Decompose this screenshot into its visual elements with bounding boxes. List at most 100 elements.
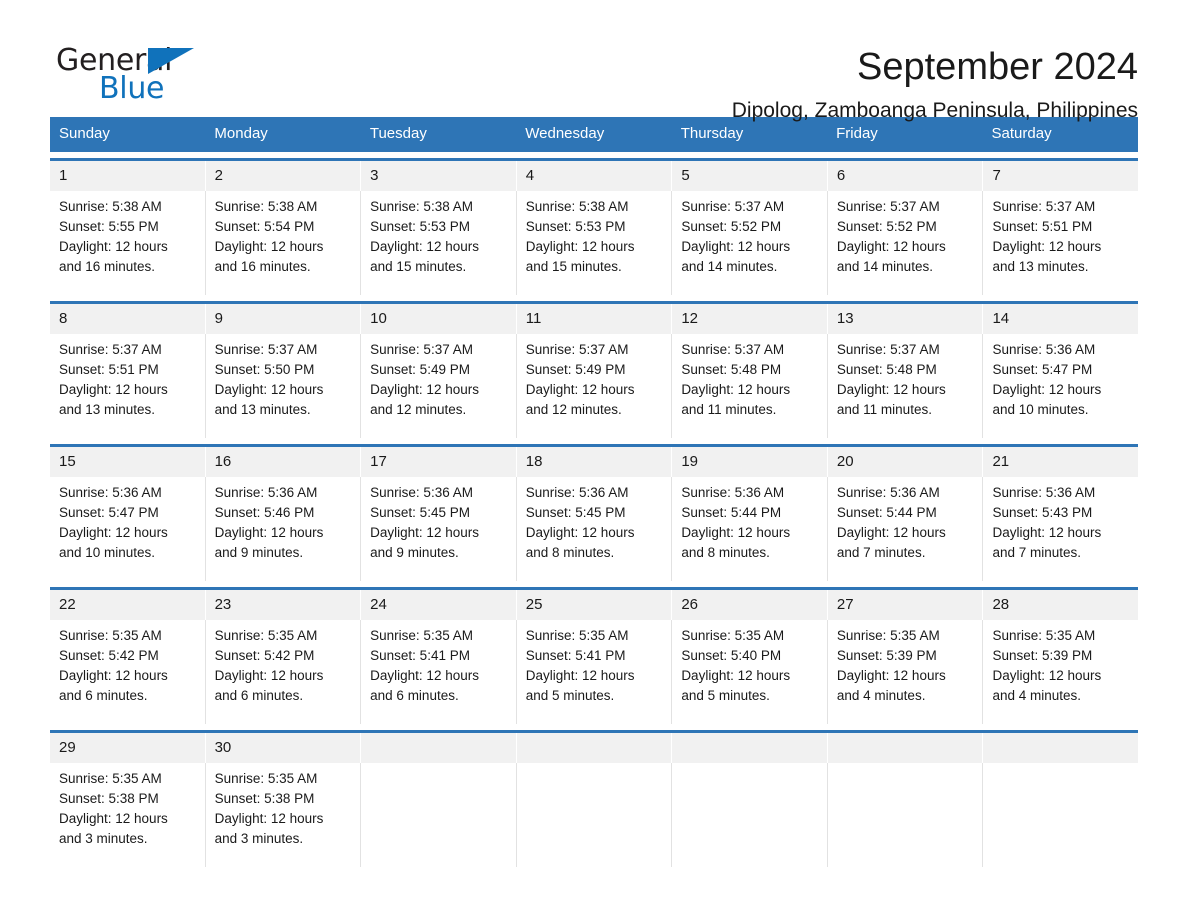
day-number[interactable]: 24: [361, 590, 517, 620]
sunset-text: Sunset: 5:47 PM: [59, 505, 159, 520]
sunset-text: Sunset: 5:41 PM: [525, 648, 626, 663]
sunrise-text: Sunrise: 5:37 AM: [836, 342, 940, 357]
sunrise-text: Sunrise: 5:36 AM: [681, 485, 785, 500]
day-number-empty: [983, 733, 1138, 763]
sunset-text: Sunset: 5:53 PM: [525, 219, 626, 234]
day-number[interactable]: 26: [672, 590, 828, 620]
daylight-text-line2: and 7 minutes.: [992, 545, 1082, 560]
daylight-text-line1: Daylight: 12 hours: [214, 382, 324, 397]
day-number[interactable]: 16: [206, 447, 362, 477]
day-cell: Sunrise: 5:35 AM Sunset: 5:40 PM Dayligh…: [672, 620, 828, 724]
day-cell: Sunrise: 5:35 AM Sunset: 5:42 PM Dayligh…: [206, 620, 362, 724]
sunset-text: Sunset: 5:48 PM: [681, 362, 782, 377]
daylight-text-line1: Daylight: 12 hours: [370, 239, 479, 254]
sunset-text: Sunset: 5:43 PM: [992, 505, 1093, 520]
sunset-text: Sunset: 5:49 PM: [525, 362, 626, 377]
day-number[interactable]: 29: [50, 733, 206, 763]
daylight-text-line1: Daylight: 12 hours: [836, 668, 946, 683]
day-number[interactable]: 19: [672, 447, 828, 477]
day-number[interactable]: 14: [983, 304, 1138, 334]
daylight-text-line1: Daylight: 12 hours: [681, 668, 791, 683]
daylight-text-line1: Daylight: 12 hours: [992, 525, 1102, 540]
day-number[interactable]: 3: [361, 161, 517, 191]
day-cell-empty: [983, 763, 1138, 867]
daylight-text-line2: and 5 minutes.: [525, 688, 615, 703]
day-number[interactable]: 5: [672, 161, 828, 191]
day-cell: Sunrise: 5:37 AM Sunset: 5:50 PM Dayligh…: [206, 334, 362, 438]
day-number[interactable]: 30: [206, 733, 362, 763]
day-cell: Sunrise: 5:38 AM Sunset: 5:53 PM Dayligh…: [517, 191, 673, 295]
daylight-text-line2: and 9 minutes.: [214, 545, 304, 560]
sunrise-text: Sunrise: 5:35 AM: [59, 628, 162, 643]
daylight-text-line1: Daylight: 12 hours: [836, 382, 946, 397]
day-detail-row: Sunrise: 5:35 AM Sunset: 5:38 PM Dayligh…: [50, 763, 1138, 867]
day-number[interactable]: 15: [50, 447, 206, 477]
daylight-text-line1: Daylight: 12 hours: [59, 382, 168, 397]
day-number[interactable]: 20: [828, 447, 984, 477]
day-number[interactable]: 13: [828, 304, 984, 334]
sunrise-text: Sunrise: 5:37 AM: [525, 342, 629, 357]
day-cell: Sunrise: 5:37 AM Sunset: 5:52 PM Dayligh…: [672, 191, 828, 295]
day-number[interactable]: 10: [361, 304, 517, 334]
daylight-text-line2: and 9 minutes.: [370, 545, 459, 560]
sunrise-text: Sunrise: 5:38 AM: [214, 199, 318, 214]
sunset-text: Sunset: 5:47 PM: [992, 362, 1093, 377]
daylight-text-line2: and 14 minutes.: [836, 259, 933, 274]
day-number[interactable]: 2: [206, 161, 362, 191]
daylight-text-line1: Daylight: 12 hours: [370, 668, 479, 683]
day-number-row: 15 16 17 18 19 20 21: [50, 447, 1138, 477]
weekday-header-wednesday: Wednesday: [525, 125, 605, 142]
day-number[interactable]: 25: [517, 590, 673, 620]
sunset-text: Sunset: 5:45 PM: [525, 505, 626, 520]
day-number[interactable]: 7: [983, 161, 1138, 191]
day-number[interactable]: 11: [517, 304, 673, 334]
weekday-header-saturday: Saturday: [991, 125, 1052, 142]
day-detail-row: Sunrise: 5:38 AM Sunset: 5:55 PM Dayligh…: [50, 191, 1138, 295]
daylight-text-line2: and 12 minutes.: [370, 402, 467, 417]
daylight-text-line1: Daylight: 12 hours: [992, 382, 1102, 397]
daylight-text-line2: and 15 minutes.: [370, 259, 467, 274]
day-number[interactable]: 27: [828, 590, 984, 620]
day-number[interactable]: 17: [361, 447, 517, 477]
daylight-text-line1: Daylight: 12 hours: [681, 382, 791, 397]
daylight-text-line2: and 8 minutes.: [525, 545, 615, 560]
daylight-text-line1: Daylight: 12 hours: [525, 382, 635, 397]
day-cell: Sunrise: 5:36 AM Sunset: 5:47 PM Dayligh…: [50, 477, 206, 581]
day-detail-row: Sunrise: 5:37 AM Sunset: 5:51 PM Dayligh…: [50, 334, 1138, 438]
day-cell-empty: [517, 763, 673, 867]
day-number[interactable]: 22: [50, 590, 206, 620]
day-number[interactable]: 1: [50, 161, 206, 191]
day-cell: Sunrise: 5:38 AM Sunset: 5:55 PM Dayligh…: [50, 191, 206, 295]
sunset-text: Sunset: 5:39 PM: [836, 648, 937, 663]
daylight-text-line2: and 5 minutes.: [681, 688, 770, 703]
daylight-text-line2: and 13 minutes.: [59, 402, 156, 417]
daylight-text-line1: Daylight: 12 hours: [214, 239, 324, 254]
title-block: September 2024 Dipolog, Zamboanga Penins…: [250, 42, 1138, 126]
day-number-row: 29 30: [50, 733, 1138, 763]
daylight-text-line2: and 16 minutes.: [214, 259, 311, 274]
day-number[interactable]: 6: [828, 161, 984, 191]
day-number[interactable]: 4: [517, 161, 673, 191]
day-number[interactable]: 9: [206, 304, 362, 334]
day-number[interactable]: 23: [206, 590, 362, 620]
day-number-row: 1 2 3 4 5 6 7: [50, 161, 1138, 191]
sunset-text: Sunset: 5:53 PM: [370, 219, 470, 234]
day-cell: Sunrise: 5:35 AM Sunset: 5:41 PM Dayligh…: [517, 620, 673, 724]
sunrise-text: Sunrise: 5:36 AM: [59, 485, 162, 500]
day-number[interactable]: 28: [983, 590, 1138, 620]
day-number[interactable]: 18: [517, 447, 673, 477]
day-number[interactable]: 12: [672, 304, 828, 334]
sunrise-text: Sunrise: 5:38 AM: [370, 199, 473, 214]
day-cell: Sunrise: 5:36 AM Sunset: 5:46 PM Dayligh…: [206, 477, 362, 581]
daylight-text-line2: and 6 minutes.: [370, 688, 459, 703]
page-header: General Blue September 2024 Dipolog, Zam…: [50, 0, 1138, 123]
day-number[interactable]: 21: [983, 447, 1138, 477]
day-cell: Sunrise: 5:37 AM Sunset: 5:48 PM Dayligh…: [828, 334, 984, 438]
sunset-text: Sunset: 5:49 PM: [370, 362, 470, 377]
sunset-text: Sunset: 5:39 PM: [992, 648, 1093, 663]
sunset-text: Sunset: 5:44 PM: [681, 505, 782, 520]
daylight-text-line2: and 6 minutes.: [214, 688, 304, 703]
day-number[interactable]: 8: [50, 304, 206, 334]
calendar-week-row: 1 2 3 4 5 6 7 Sunrise: 5:38 AM Sunset: 5…: [50, 158, 1138, 295]
sunrise-text: Sunrise: 5:37 AM: [836, 199, 940, 214]
